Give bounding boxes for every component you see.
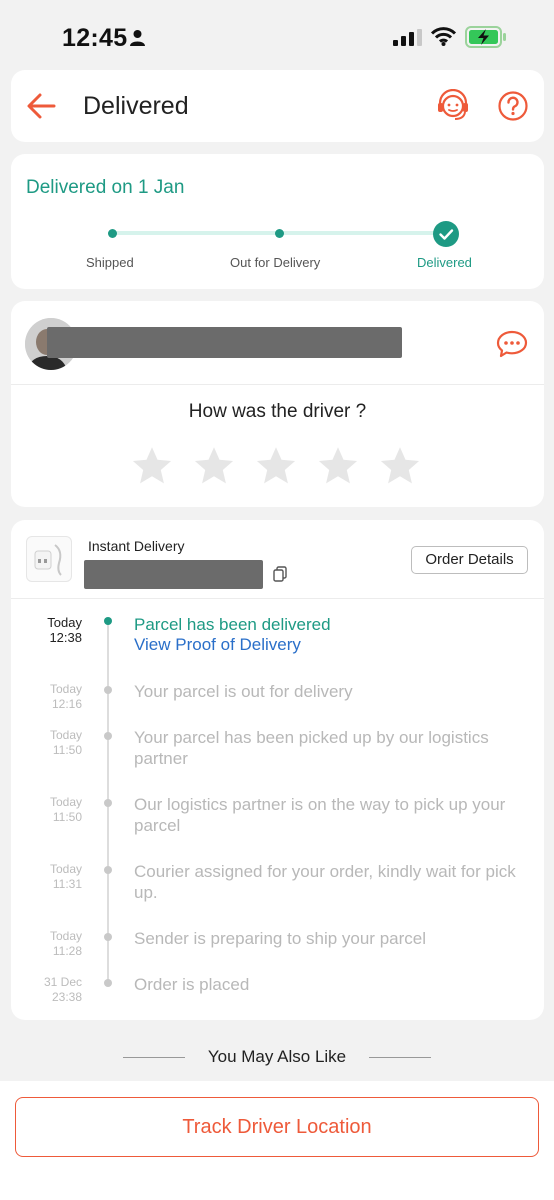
order-details-button[interactable]: Order Details xyxy=(411,546,528,574)
back-arrow-icon[interactable] xyxy=(25,90,57,122)
wifi-icon xyxy=(431,27,456,46)
recommendations-title: You May Also Like xyxy=(207,1047,347,1066)
event-date: Today 12:38 xyxy=(47,615,82,645)
event-description: Order is placed xyxy=(134,975,250,994)
person-icon xyxy=(130,30,145,46)
event-description: Sender is preparing to ship your parcel xyxy=(134,929,426,948)
status-bar: 12:45 xyxy=(0,0,554,70)
step-check-delivered xyxy=(433,221,459,247)
delivery-type-label: Instant Delivery xyxy=(88,538,185,554)
star-icon[interactable] xyxy=(192,444,236,488)
step-label-shipped: Shipped xyxy=(86,255,134,270)
signal-icon xyxy=(393,29,422,46)
check-icon xyxy=(439,229,454,240)
timeline-dot xyxy=(104,866,112,874)
event-description: Your parcel is out for delivery xyxy=(134,682,353,701)
help-icon[interactable] xyxy=(497,90,529,122)
step-dot-shipped xyxy=(108,229,117,238)
bottom-action-bar: Track Driver Location xyxy=(0,1081,554,1200)
event-description: Parcel has been delivered xyxy=(134,615,331,634)
star-rating[interactable] xyxy=(130,444,430,490)
chat-bubbles-icon[interactable] xyxy=(496,329,530,359)
event-description: Our logistics partner is on the way to p… xyxy=(134,795,506,835)
timeline-dot xyxy=(104,799,112,807)
timeline-dot xyxy=(104,732,112,740)
delivery-status-card: Delivered on 1 Jan Shipped Out for Deliv… xyxy=(11,154,544,289)
event-date: Today 11:28 xyxy=(49,929,82,958)
redacted-tracking-number xyxy=(84,560,263,589)
step-label-delivered: Delivered xyxy=(417,255,472,270)
track-driver-location-button[interactable]: Track Driver Location xyxy=(15,1097,539,1157)
star-icon[interactable] xyxy=(254,444,298,488)
page-title: Delivered xyxy=(83,92,189,120)
view-proof-of-delivery-link[interactable]: View Proof of Delivery xyxy=(134,635,301,655)
event-date: Today 11:50 xyxy=(49,728,82,757)
event-description: Your parcel has been picked up by our lo… xyxy=(134,728,489,768)
driver-card: How was the driver ? xyxy=(11,301,544,507)
step-label-out-for-delivery: Out for Delivery xyxy=(230,255,321,270)
event-description: Courier assigned for your order, kindly … xyxy=(134,862,516,902)
status-time: 12:45 xyxy=(62,24,128,52)
product-image xyxy=(34,544,62,576)
timeline-dot xyxy=(104,617,112,625)
driver-divider xyxy=(11,384,544,385)
timeline-divider xyxy=(11,598,544,599)
event-date: Today 12:16 xyxy=(49,682,82,711)
header-bar: Delivered xyxy=(11,70,544,142)
event-date: 31 Dec 23:38 xyxy=(43,975,82,1004)
support-agent-icon[interactable] xyxy=(436,89,470,123)
star-icon[interactable] xyxy=(316,444,360,488)
event-date: Today 11:50 xyxy=(49,795,82,824)
event-date: Today 11:31 xyxy=(49,862,82,891)
battery-charging-icon xyxy=(465,26,506,48)
star-icon[interactable] xyxy=(130,444,174,488)
section-divider-right xyxy=(369,1057,431,1058)
delivered-date-title: Delivered on 1 Jan xyxy=(26,177,185,198)
timeline-dot xyxy=(104,686,112,694)
redacted-driver-name xyxy=(47,327,402,358)
timeline-dot xyxy=(104,933,112,941)
step-dot-out-for-delivery xyxy=(275,229,284,238)
timeline-dot xyxy=(104,979,112,987)
copy-icon[interactable] xyxy=(273,566,287,582)
driver-rating-question: How was the driver ? xyxy=(188,401,367,422)
shipment-timeline-card: Instant Delivery Order Details Today 12:… xyxy=(11,520,544,1020)
star-icon[interactable] xyxy=(378,444,422,488)
product-thumbnail[interactable] xyxy=(26,536,72,582)
